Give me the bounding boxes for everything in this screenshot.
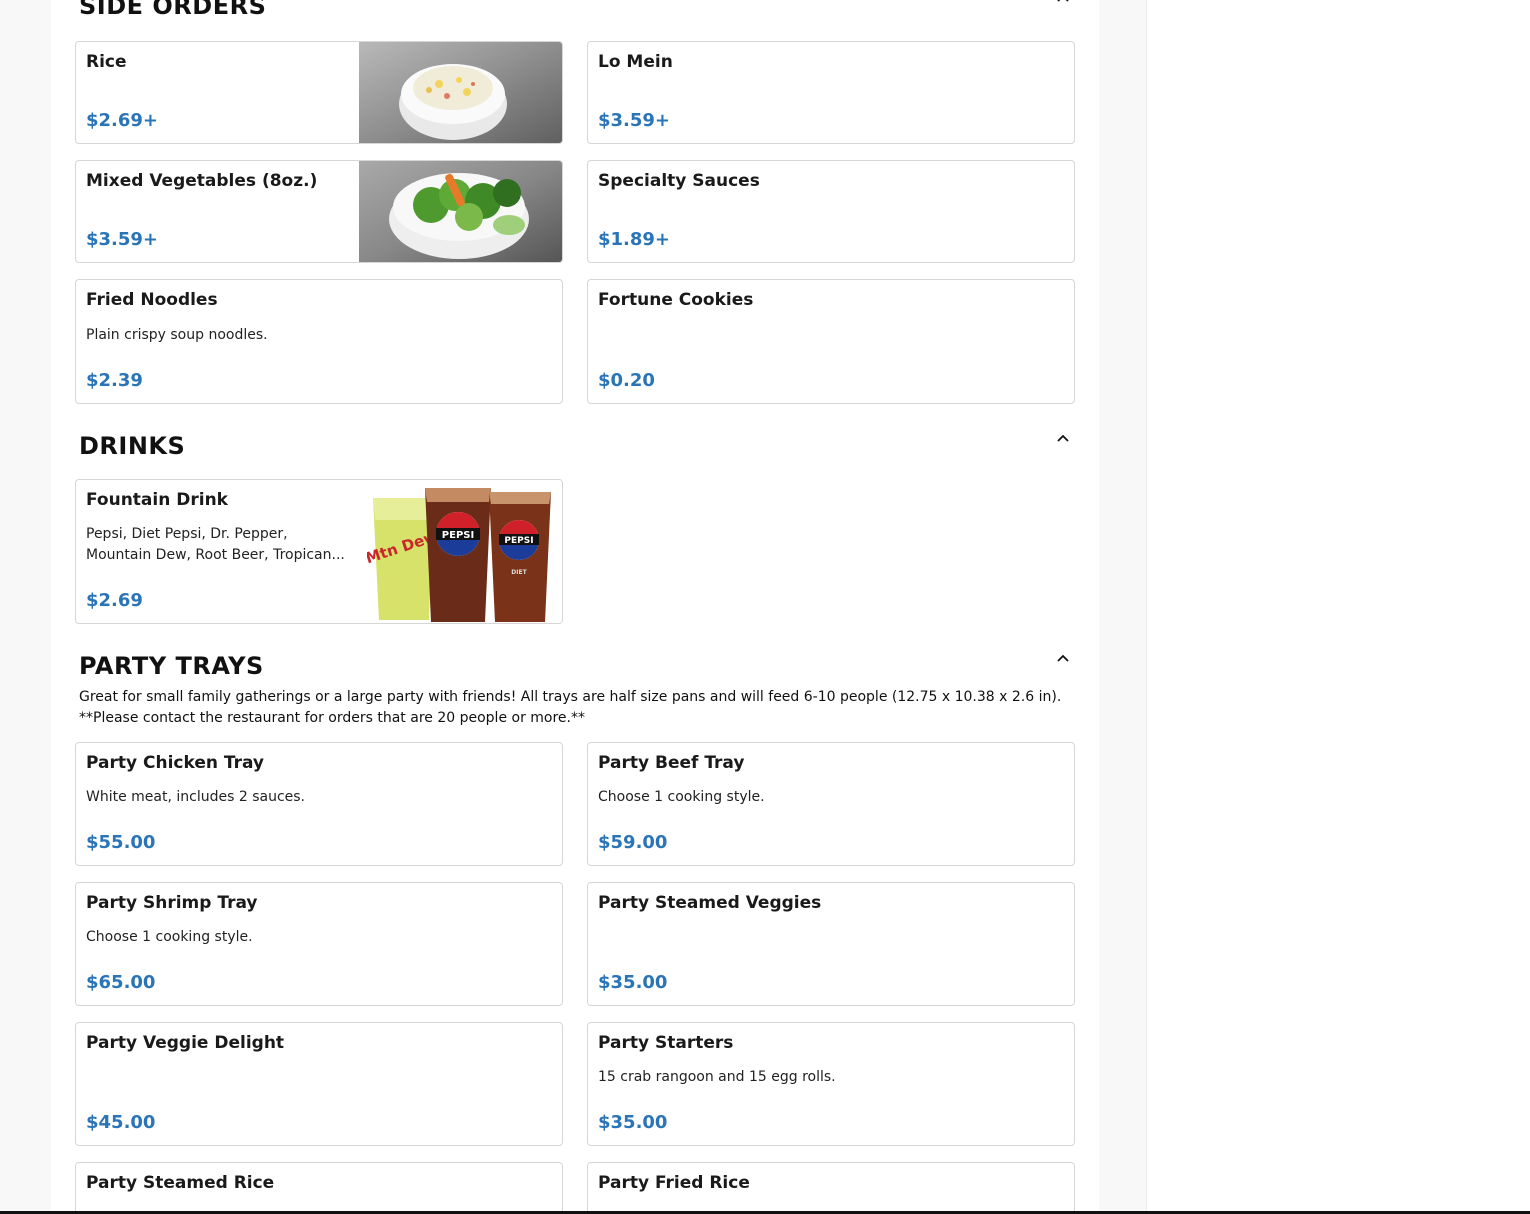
item-description: Choose 1 cooking style. bbox=[598, 789, 765, 805]
item-price: $3.59+ bbox=[598, 110, 671, 131]
item-price: $35.00 bbox=[598, 972, 668, 993]
item-name: Party Veggie Delight bbox=[86, 1033, 285, 1053]
fountain-drinks-photo: Mtn Dew PEPSI PEPSI DIET bbox=[363, 480, 562, 623]
item-price: $3.59+ bbox=[86, 229, 159, 250]
menu-item-card[interactable]: Party Beef Tray Choose 1 cooking style. … bbox=[587, 742, 1075, 866]
item-price: $59.00 bbox=[598, 832, 668, 853]
item-name: Mixed Vegetables (8oz.) bbox=[86, 171, 318, 191]
menu-item-card[interactable]: Party Steamed Veggies $35.00 bbox=[587, 882, 1075, 1006]
item-name: Fortune Cookies bbox=[598, 290, 754, 310]
section-header-side-orders: SIDE ORDERS bbox=[79, 0, 1075, 22]
section-header-party-trays: PARTY TRAYS bbox=[79, 652, 1075, 682]
item-name: Party Starters bbox=[598, 1033, 734, 1053]
item-name: Party Steamed Rice bbox=[86, 1173, 275, 1193]
item-price: $0.20 bbox=[598, 370, 655, 391]
menu-item-card[interactable]: Lo Mein $3.59+ bbox=[587, 41, 1075, 144]
collapse-party-trays-button[interactable] bbox=[1051, 646, 1075, 670]
diet-label: DIET bbox=[511, 569, 527, 576]
menu-item-card[interactable]: Party Chicken Tray White meat, includes … bbox=[75, 742, 563, 866]
menu-item-card[interactable]: Fountain Drink Pepsi, Diet Pepsi, Dr. Pe… bbox=[75, 479, 563, 624]
item-name: Fountain Drink bbox=[86, 490, 228, 510]
item-price: $2.39 bbox=[86, 370, 143, 391]
item-description: 15 crab rangoon and 15 egg rolls. bbox=[598, 1069, 836, 1085]
menu-item-card[interactable]: Party Steamed Rice bbox=[75, 1162, 563, 1214]
item-name: Lo Mein bbox=[598, 52, 673, 72]
chevron-up-icon bbox=[1057, 434, 1069, 442]
section-header-drinks: DRINKS bbox=[79, 432, 1075, 462]
item-description: White meat, includes 2 sauces. bbox=[86, 789, 306, 805]
menu-item-card[interactable]: Party Starters 15 crab rangoon and 15 eg… bbox=[587, 1022, 1075, 1146]
item-name: Party Chicken Tray bbox=[86, 753, 265, 773]
item-price: $2.69 bbox=[86, 590, 143, 611]
mixed-vegetables-photo bbox=[359, 161, 562, 262]
item-name: Specialty Sauces bbox=[598, 171, 760, 191]
item-name: Party Steamed Veggies bbox=[598, 893, 822, 913]
item-price: $55.00 bbox=[86, 832, 156, 853]
collapse-drinks-button[interactable] bbox=[1051, 426, 1075, 450]
item-price: $1.89+ bbox=[598, 229, 671, 250]
item-price: $65.00 bbox=[86, 972, 156, 993]
item-name: Rice bbox=[86, 52, 127, 72]
section-title: DRINKS bbox=[79, 432, 186, 460]
menu-item-card[interactable]: Party Veggie Delight $45.00 bbox=[75, 1022, 563, 1146]
collapse-side-orders-button[interactable] bbox=[1051, 0, 1075, 10]
menu-item-card[interactable]: Mixed Vegetables (8oz.) $3.59+ bbox=[75, 160, 563, 263]
item-name: Fried Noodles bbox=[86, 290, 218, 310]
section-description-line: **Please contact the restaurant for orde… bbox=[79, 710, 585, 726]
chevron-up-icon bbox=[1057, 654, 1069, 662]
item-price: $45.00 bbox=[86, 1112, 156, 1133]
menu-column: SIDE ORDERS Rice $2.69+ Lo Mein $3.59+ M… bbox=[51, 0, 1099, 1214]
section-description: Great for small family gatherings or a l… bbox=[79, 687, 1089, 729]
section-description-line: Great for small family gatherings or a l… bbox=[79, 689, 1062, 705]
menu-item-card[interactable]: Party Shrimp Tray Choose 1 cooking style… bbox=[75, 882, 563, 1006]
menu-item-card[interactable]: Rice $2.69+ bbox=[75, 41, 563, 144]
item-description-line: Mountain Dew, Root Beer, Tropican... bbox=[86, 547, 345, 563]
section-title: PARTY TRAYS bbox=[79, 652, 264, 680]
pepsi-label: PEPSI bbox=[504, 536, 533, 546]
menu-item-card[interactable]: Specialty Sauces $1.89+ bbox=[587, 160, 1075, 263]
item-name: Party Beef Tray bbox=[598, 753, 745, 773]
pepsi-label: PEPSI bbox=[442, 530, 474, 541]
item-name: Party Shrimp Tray bbox=[86, 893, 258, 913]
fried-rice-photo bbox=[359, 42, 562, 143]
menu-item-card[interactable]: Fried Noodles Plain crispy soup noodles.… bbox=[75, 279, 563, 404]
item-name: Party Fried Rice bbox=[598, 1173, 750, 1193]
item-price: $35.00 bbox=[598, 1112, 668, 1133]
right-side-panel bbox=[1146, 0, 1530, 1214]
item-description: Choose 1 cooking style. bbox=[86, 929, 253, 945]
item-description: Plain crispy soup noodles. bbox=[86, 327, 268, 343]
item-description-line: Pepsi, Diet Pepsi, Dr. Pepper, bbox=[86, 526, 288, 542]
item-price: $2.69+ bbox=[86, 110, 159, 131]
menu-item-card[interactable]: Party Fried Rice bbox=[587, 1162, 1075, 1214]
item-description: Pepsi, Diet Pepsi, Dr. Pepper, Mountain … bbox=[86, 524, 345, 566]
chevron-up-icon bbox=[1057, 0, 1069, 2]
section-title: SIDE ORDERS bbox=[79, 0, 267, 20]
menu-item-card[interactable]: Fortune Cookies $0.20 bbox=[587, 279, 1075, 404]
